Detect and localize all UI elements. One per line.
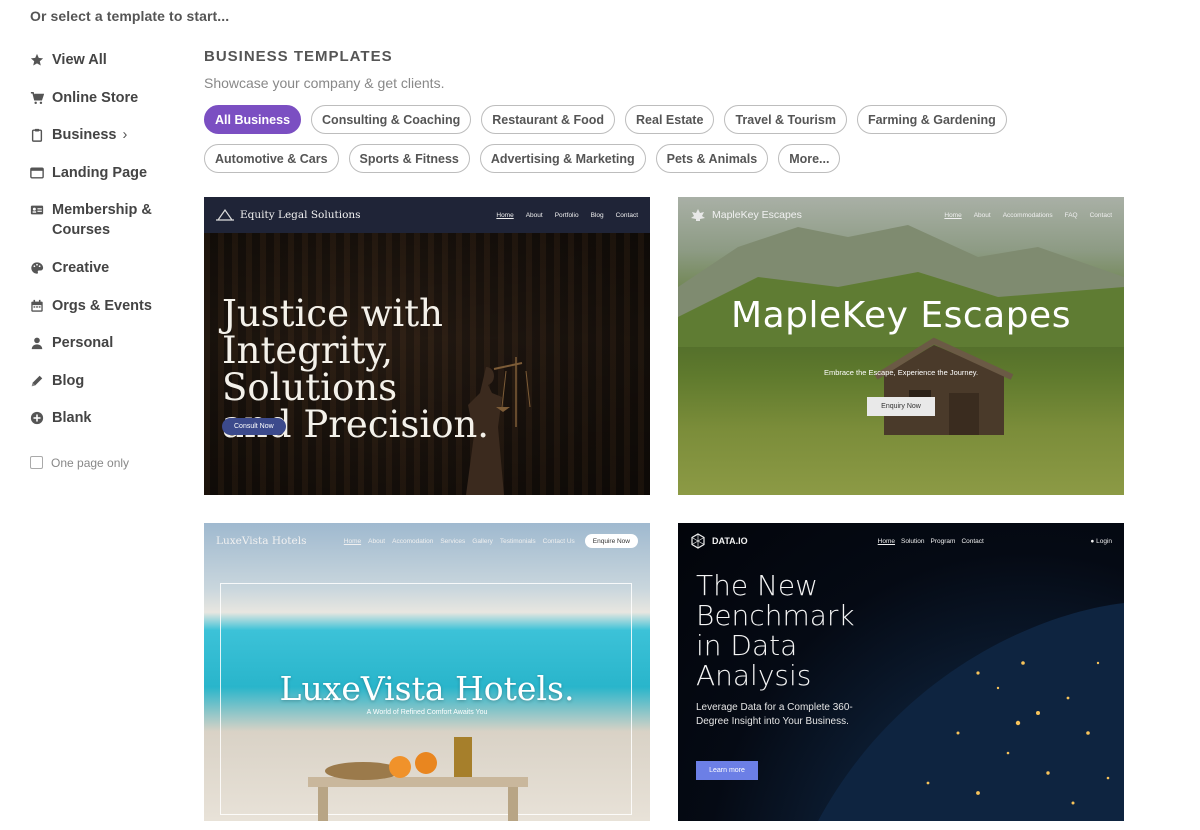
sidebar-label: Blog [52,372,85,389]
template-nav-cta: Enquire Now [584,534,638,548]
chevron-right-icon: › [122,127,128,143]
sidebar-item-blog[interactable]: Blog [30,371,190,409]
sidebar-item-membership-courses[interactable]: Membership & Courses [30,200,190,258]
chip-automotive-cars[interactable]: Automotive & Cars [204,144,339,173]
template-brand: LuxeVista Hotels [216,535,307,547]
poolside-table-image [308,737,528,821]
template-nav: MapleKey Escapes Home About Accommodatio… [678,197,1124,233]
category-filter-chips: All Business Consulting & Coaching Resta… [204,105,1124,173]
sidebar-label: Orgs & Events [52,297,152,314]
one-page-only-checkbox[interactable] [30,456,43,469]
template-nav-links: Home Solution Program Contact [877,537,984,545]
chip-advertising-marketing[interactable]: Advertising & Marketing [479,144,646,173]
sidebar-item-view-all[interactable]: View All [30,50,190,88]
template-nav: Equity Legal Solutions Home About Portfo… [204,197,650,233]
maple-leaf-logo-icon [691,209,705,221]
chip-travel-tourism[interactable]: Travel & Tourism [724,105,847,134]
template-nav-links: Home About Accomodation Services Gallery… [343,537,575,545]
template-cta-button: Enquiry Now [867,397,935,416]
calendar-icon [30,299,44,313]
template-tagline: Embrace the Escape, Experience the Journ… [823,368,979,377]
section-subtitle: Showcase your company & get clients. [204,75,445,91]
plus-circle-icon [30,411,44,425]
template-cta-button: Learn more [696,761,758,780]
template-nav: DATA.IO Home Solution Program Contact ● … [678,523,1124,559]
template-card-equity-legal[interactable]: Equity Legal Solutions Home About Portfo… [204,197,650,495]
clipboard-icon [30,128,44,142]
chip-real-estate[interactable]: Real Estate [625,105,715,134]
template-headline: MapleKey Escapes [731,295,1071,336]
sidebar-item-orgs-events[interactable]: Orgs & Events [30,296,190,334]
sidebar-label: Creative [52,260,110,276]
cabin-image [874,337,1014,435]
template-prompt: Or select a template to start... [30,8,230,24]
star-icon [30,53,44,67]
chip-all-business[interactable]: All Business [204,105,302,134]
template-brand: DATA.IO [690,533,748,549]
palette-icon [30,261,44,275]
sidebar-label: Membership & Courses [52,202,152,238]
chip-restaurant-food[interactable]: Restaurant & Food [481,105,616,134]
section-title: BUSINESS TEMPLATES [204,48,393,65]
template-brand: MapleKey Escapes [690,208,802,222]
sidebar-label: Online Store [52,89,139,106]
template-headline: LuxeVista Hotels. [279,669,575,708]
template-nav-links: Home About Portfolio Blog Contact [496,211,638,219]
sidebar-label: Landing Page [52,164,148,181]
template-card-maplekey[interactable]: MapleKey Escapes Home About Accommodatio… [678,197,1124,495]
sidebar-item-personal[interactable]: Personal [30,333,190,371]
template-nav-links: Home About Accommodations FAQ Contact [944,211,1112,219]
sidebar-item-online-store[interactable]: Online Store [30,88,190,126]
scales-logo-icon [216,208,234,221]
template-cta-button: Consult Now [222,418,286,435]
template-tagline: A World of Refined Comfort Awaits You [366,709,488,716]
sidebar-label: Business › [52,127,128,143]
one-page-only-label: One page only [51,455,130,470]
sidebar-label: Blank [52,410,92,426]
hexagon-logo-icon [691,533,705,549]
one-page-only-toggle[interactable]: One page only [30,456,190,470]
person-icon [30,336,44,350]
category-sidebar: View All Online Store Business › Landing … [30,50,190,470]
template-card-luxevista[interactable]: LuxeVista Hotels Home About Accomodation… [204,523,650,821]
chip-farming-gardening[interactable]: Farming & Gardening [856,105,1007,134]
sidebar-item-landing-page[interactable]: Landing Page [30,163,190,201]
cart-icon [30,91,44,105]
sidebar-item-business[interactable]: Business › [30,125,190,163]
template-tagline: Leverage Data for a Complete 360-Degree … [696,702,853,727]
sidebar-item-creative[interactable]: Creative [30,258,190,296]
templates-header: BUSINESS TEMPLATES Showcase your company… [204,48,1124,173]
chip-pets-animals[interactable]: Pets & Animals [655,144,769,173]
template-card-data-io[interactable]: DATA.IO Home Solution Program Contact ● … [678,523,1124,821]
template-brand: Equity Legal Solutions [216,208,361,222]
template-login-link: ● Login [1090,537,1112,545]
chip-sports-fitness[interactable]: Sports & Fitness [348,144,470,173]
chip-consulting-coaching[interactable]: Consulting & Coaching [311,105,472,134]
sidebar-item-blank[interactable]: Blank [30,408,190,446]
template-nav: LuxeVista Hotels Home About Accomodation… [204,523,650,559]
sidebar-label: Personal [52,335,114,351]
id-card-icon [30,203,44,217]
template-headline: The New Benchmark in Data Analysis [696,569,855,692]
window-icon [30,166,44,180]
pen-icon [30,374,44,388]
sidebar-label: View All [52,52,107,68]
chip-more[interactable]: More... [778,144,841,173]
